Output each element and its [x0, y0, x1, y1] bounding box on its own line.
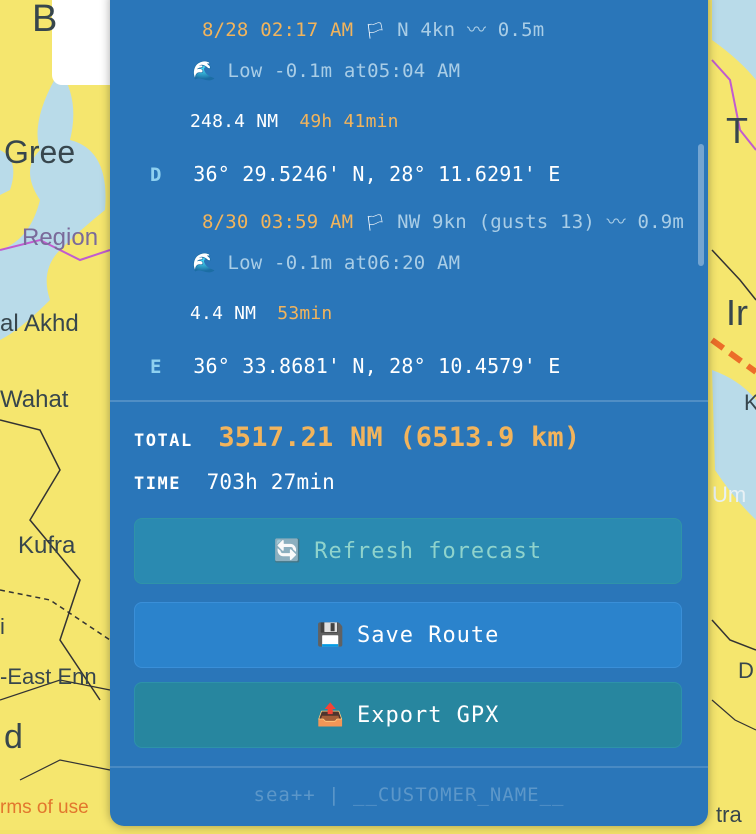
wind-info: N 4kn	[397, 19, 456, 41]
leg-summary: 4.4 NM 53min	[190, 303, 332, 324]
waypoint-letter: D	[150, 164, 162, 186]
route-panel: 8/28 02:17 AM 🏳 N 4kn 〰 0.5m 🌊 Low -0.1m…	[110, 0, 708, 826]
leg-eta: 8/30 03:59 AM 🏳 NW 9kn (gusts 13) 〰 0.9m	[202, 211, 685, 233]
floppy-disk-icon: 💾	[316, 622, 345, 648]
save-route-button[interactable]: 💾 Save Route	[134, 602, 682, 668]
map-label: i	[0, 614, 5, 639]
tide-info: 🌊 Low -0.1m at05:04 AM	[192, 60, 461, 82]
leg-eta: 8/28 02:17 AM 🏳 N 4kn 〰 0.5m	[202, 19, 545, 41]
outbox-tray-icon: 📤	[316, 702, 345, 728]
divider	[110, 766, 708, 768]
map-label: d	[4, 718, 23, 756]
map-label: Region	[22, 224, 99, 251]
map-label: K	[744, 390, 756, 415]
waypoint-coords: 36° 33.8681' N, 28° 10.4579' E	[193, 354, 561, 378]
terms-of-use-link[interactable]: rms of use	[0, 797, 89, 819]
tide-icon: 🌊	[192, 252, 216, 274]
divider	[110, 400, 708, 402]
total-value: 3517.21 NM (6513.9 km)	[218, 422, 581, 453]
map-label: B	[32, 0, 58, 40]
time-label: TIME	[134, 474, 181, 494]
wave-icon: 〰	[466, 19, 487, 41]
map-label: D	[738, 658, 754, 683]
footer-text: sea++ | __CUSTOMER_NAME__	[253, 784, 565, 806]
map-label: T	[726, 110, 748, 151]
waypoint-row[interactable]: D 36° 29.5246' N, 28° 11.6291' E	[150, 162, 561, 186]
leg-summary: 248.4 NM 49h 41min	[190, 111, 399, 132]
waypoint-letter: E	[150, 356, 162, 378]
map-label: Wahat	[0, 386, 69, 413]
refresh-icon: 🔄	[273, 538, 303, 564]
time-value: 703h 27min	[206, 470, 336, 494]
map-label: al Akhd	[0, 310, 79, 337]
map-label: Um	[712, 482, 747, 507]
time-row: TIME 703h 27min	[134, 470, 335, 494]
leg-duration: 49h 41min	[299, 111, 399, 132]
waypoint-coords: 36° 29.5246' N, 28° 11.6291' E	[193, 162, 561, 186]
waypoint-row[interactable]: E 36° 33.8681' N, 28° 10.4579' E	[150, 354, 561, 378]
refresh-forecast-button[interactable]: 🔄 Refresh forecast	[134, 518, 682, 584]
wind-flag-icon: 🏳	[364, 21, 386, 40]
wind-info: NW 9kn (gusts 13)	[397, 211, 595, 233]
wind-flag-icon: 🏳	[364, 213, 386, 232]
leg-distance: 4.4 NM	[190, 303, 257, 324]
map-label: Gree	[4, 134, 76, 170]
total-row: TOTAL 3517.21 NM (6513.9 km)	[134, 422, 580, 453]
total-label: TOTAL	[134, 431, 193, 451]
map-label: tra	[716, 802, 742, 827]
export-gpx-button[interactable]: 📤 Export GPX	[134, 682, 682, 748]
wave-icon: 〰	[606, 211, 626, 233]
scrollbar[interactable]	[698, 144, 704, 266]
map-label: Kufra	[18, 532, 76, 559]
leg-distance: 248.4 NM	[190, 111, 279, 132]
map-label: -East Enn	[0, 664, 97, 689]
tide-info: 🌊 Low -0.1m at06:20 AM	[192, 252, 461, 274]
leg-duration: 53min	[277, 303, 333, 324]
wave-height: 0.5m	[497, 19, 545, 41]
map-label: Ir	[726, 292, 748, 333]
tide-icon: 🌊	[192, 60, 216, 82]
wave-height: 0.9m	[637, 211, 685, 233]
